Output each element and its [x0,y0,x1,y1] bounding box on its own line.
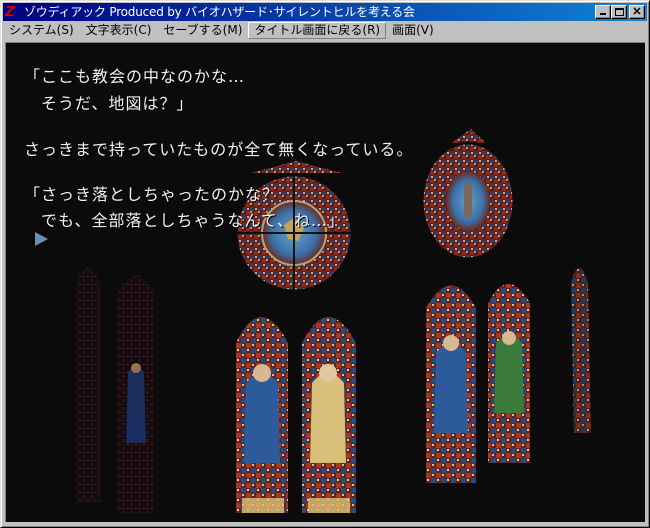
game-screen[interactable]: 「ここも教会の中なのかな… そうだ、地図は？」 さっきまで持っていたものが全て無… [5,42,645,522]
menu-text-display-label: 文字表示 [85,23,134,37]
close-button[interactable]: ✕ [629,5,645,19]
app-logo-icon: Z [5,3,15,20]
dialogue-line-7: でも、全部落としちゃうなんて、ね…」 [24,211,345,230]
menu-save-label: セーブする [163,23,223,37]
menu-return-to-title-label: タイトル画面に戻る [254,23,363,37]
menu-system-label: システム [9,23,57,37]
maximize-icon [615,8,624,16]
menu-system-key: (S) [56,23,74,37]
maximize-button[interactable] [611,5,627,19]
minimize-icon [600,13,606,15]
menu-screen-key: (V) [416,23,434,37]
window-title: ゾウディアック Produced by バイオハザード･サイレントヒルを考える会 [24,5,415,19]
dialogue-line-1: 「ここも教会の中なのかな… [24,67,246,86]
dialogue-box[interactable]: 「ここも教会の中なのかな… そうだ、地図は？」 さっきまで持っていたものが全て無… [6,43,645,522]
menu-save[interactable]: セーブする(M) [157,22,248,39]
minimize-button[interactable] [595,5,611,19]
dialogue-line-4: さっきまで持っていたものが全て無くなっている。 [24,140,414,159]
dialogue-line-2: そうだ、地図は？」 [24,94,194,113]
menu-return-to-title[interactable]: タイトル画面に戻る(R) [248,22,387,39]
title-bar[interactable]: Z ゾウディアック Produced by バイオハザード･サイレントヒルを考え… [3,3,647,21]
window-controls: ✕ [595,5,645,19]
game-window: Z ゾウディアック Produced by バイオハザード･サイレントヒルを考え… [0,0,650,528]
menu-bar: システム(S) 文字表示(C) セーブする(M) タイトル画面に戻る(R) 画面… [3,21,647,40]
menu-text-display[interactable]: 文字表示(C) [80,22,158,39]
menu-return-to-title-key: (R) [362,23,381,37]
close-icon: ✕ [632,6,642,18]
menu-system[interactable]: システム(S) [3,22,80,39]
next-page-arrow-icon[interactable] [35,232,48,246]
menu-text-display-key: (C) [133,23,152,37]
menu-screen[interactable]: 画面(V) [386,22,440,39]
dialogue-line-6: 「さっき落としちゃったのかな？ [24,185,280,204]
menu-screen-label: 画面 [392,23,417,37]
menu-save-key: (M) [222,23,243,37]
